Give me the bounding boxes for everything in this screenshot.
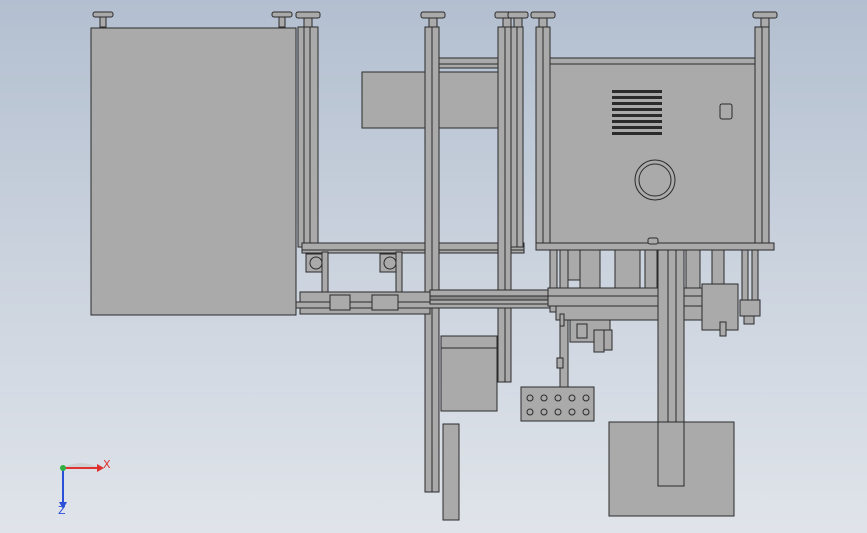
cabinet-latch — [647, 237, 659, 245]
y-axis-dot — [60, 465, 66, 471]
power-switch — [719, 103, 733, 120]
bottom-plate-left — [442, 423, 460, 521]
x-axis-label: X — [103, 458, 111, 471]
lift-column-foot — [657, 421, 685, 487]
z-axis-label: Z — [58, 504, 66, 517]
lower-box-mid-top — [440, 335, 498, 349]
motor-units-left — [305, 251, 403, 293]
cad-viewport[interactable]: X Z — [0, 0, 867, 533]
right-cabinet — [535, 26, 775, 251]
leveling-feet — [92, 11, 778, 29]
axis-triad: X Z — [58, 458, 111, 517]
left-cabinet — [90, 27, 297, 316]
fan-opening — [638, 163, 672, 197]
assembly-drawing[interactable]: X Z — [0, 0, 867, 533]
sensor-plate — [520, 386, 595, 422]
tall-column-a — [424, 26, 440, 493]
right-mechanism — [547, 249, 761, 404]
